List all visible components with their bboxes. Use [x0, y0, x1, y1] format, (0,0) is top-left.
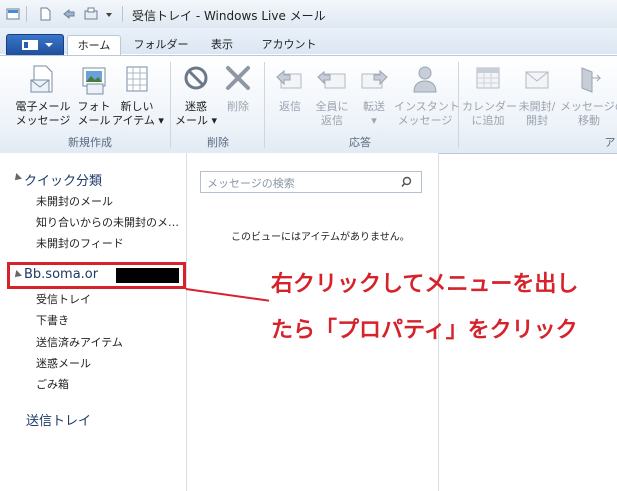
annotation-text-line2: たら「プロパティ」をクリック	[271, 318, 578, 343]
delete-icon	[226, 66, 250, 90]
menu-icon	[22, 40, 38, 50]
reply-icon[interactable]	[62, 7, 76, 21]
title-bar: 受信トレイ - Windows Live メール	[0, 0, 617, 29]
nav-item-inbox[interactable]: 受信トレイ	[36, 291, 91, 307]
annotation-text-line1: 右クリックしてメニューを出し	[271, 272, 579, 297]
chevron-down-icon	[45, 43, 53, 47]
block-icon	[184, 66, 208, 90]
tab-folder[interactable]: フォルダー	[128, 35, 194, 55]
new-email-button[interactable]: 電子メール メッセージ	[14, 64, 72, 128]
tab-home[interactable]: ホーム	[67, 35, 121, 56]
nav-item-drafts[interactable]: 下書き	[36, 312, 69, 328]
junk-button[interactable]: 迷惑 メール ▾	[174, 64, 218, 128]
photo-email-icon	[82, 67, 106, 95]
group-separator	[170, 62, 171, 148]
new-item-icon	[126, 66, 148, 92]
tab-view[interactable]: 表示	[200, 35, 244, 55]
group-separator	[264, 62, 265, 148]
move-message-button[interactable]: メッセージの 移動	[560, 64, 617, 128]
title-divider	[26, 6, 27, 22]
group-label-respond: 応答	[349, 136, 371, 149]
window-title: 受信トレイ - Windows Live メール	[132, 9, 326, 23]
annotation-highlight-box	[7, 262, 186, 289]
nav-item-deleted[interactable]: ごみ箱	[36, 376, 69, 392]
search-icon[interactable]	[401, 176, 413, 188]
empty-list-message: このビューにはアイテムがありません。	[231, 232, 410, 243]
nav-item-sent-items[interactable]: 送信済みアイテム	[36, 334, 123, 350]
app-icon	[6, 8, 20, 20]
reply-all-icon	[317, 70, 346, 89]
quick-access-dropdown-icon[interactable]	[104, 7, 114, 21]
search-input[interactable]: メッセージの検索	[200, 171, 422, 193]
forward-icon	[361, 69, 388, 89]
nav-item-unread-email[interactable]: 未開封のメール	[36, 193, 113, 209]
nav-item-outbox[interactable]: 送信トレイ	[26, 410, 91, 429]
unread-read-button[interactable]: 未開封/ 開封	[514, 64, 560, 128]
add-to-calendar-button[interactable]: カレンダー に追加	[462, 64, 517, 128]
send-receive-icon[interactable]	[84, 7, 98, 21]
new-document-icon[interactable]	[38, 7, 52, 21]
tab-account[interactable]: アカウント	[254, 35, 324, 55]
forward-button[interactable]: 転送 ▾	[354, 64, 394, 128]
move-folder-icon	[581, 67, 602, 93]
group-label-actions: ア	[604, 136, 616, 149]
delete-button[interactable]: 削除	[220, 64, 256, 114]
group-separator	[458, 62, 459, 148]
nav-item-unread-feeds[interactable]: 未開封のフィード	[36, 235, 124, 251]
email-message-icon	[30, 65, 53, 93]
app-menu-button[interactable]	[6, 34, 64, 56]
title-divider	[122, 6, 123, 22]
reply-all-button[interactable]: 全員に 返信	[312, 64, 352, 128]
search-placeholder: メッセージの検索	[207, 177, 295, 190]
photo-email-button[interactable]: フォト メール	[74, 64, 114, 128]
nav-item-junk[interactable]: 迷惑メール	[36, 355, 91, 371]
group-label-new: 新規作成	[68, 136, 112, 149]
reply-button[interactable]: 返信	[270, 64, 310, 114]
person-icon	[413, 66, 437, 93]
group-label-delete: 削除	[207, 136, 229, 149]
new-item-button[interactable]: 新しい アイテム ▾	[112, 64, 164, 128]
quick-views-header[interactable]: クイック分類	[24, 170, 102, 189]
instant-message-button[interactable]: インスタント メッセージ	[394, 64, 460, 128]
reply-mail-icon	[276, 69, 302, 89]
calendar-icon	[476, 67, 500, 89]
envelope-icon	[525, 71, 549, 89]
nav-item-unread-from-contacts[interactable]: 知り合いからの未開封のメ…	[36, 214, 179, 230]
